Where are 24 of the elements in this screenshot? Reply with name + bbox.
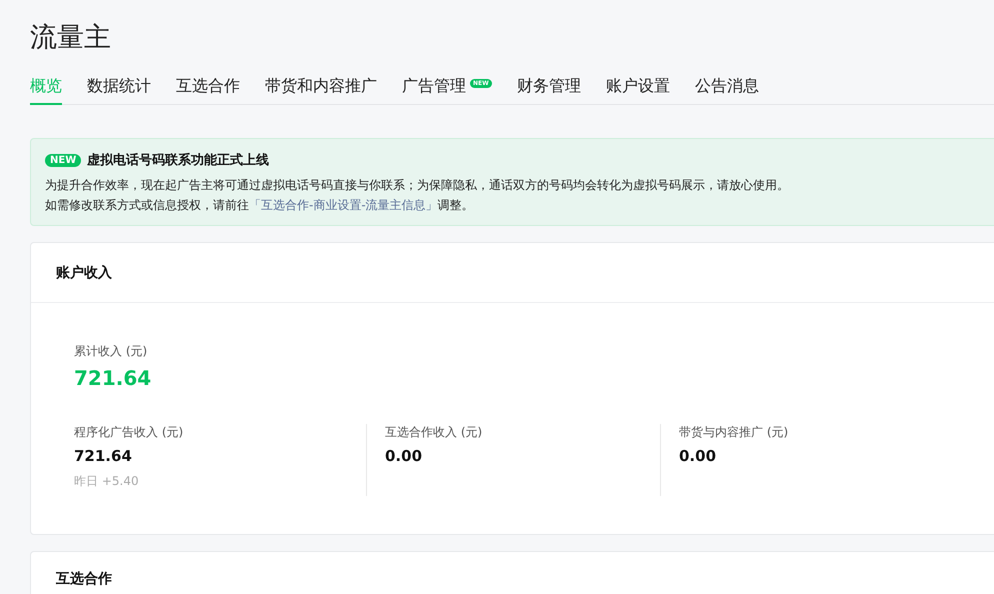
- new-badge: NEW: [45, 154, 82, 166]
- stat-value: 721.64: [74, 366, 152, 390]
- nav-tab[interactable]: 带货和内容推广: [265, 72, 377, 105]
- notice-text: 调整。: [438, 198, 474, 212]
- stat-note: 昨日 +5.40: [74, 473, 140, 490]
- card-title: 互选合作: [56, 570, 112, 588]
- stat-value: 0.00: [679, 447, 718, 465]
- page-title: 流量主: [30, 21, 112, 55]
- card-title: 账户收入: [56, 264, 112, 282]
- stat-label: 互选合作收入 (元): [385, 424, 484, 441]
- stat-label: 程序化广告收入 (元): [74, 424, 184, 441]
- notice-title: 虚拟电话号码联系功能正式上线: [87, 152, 270, 169]
- stat-value: 0.00: [385, 447, 424, 465]
- nav-tab[interactable]: 数据统计: [87, 72, 151, 105]
- nav-tab[interactable]: 账户设置: [606, 72, 670, 105]
- notice-text: 如需修改联系方式或信息授权，请前往: [45, 198, 249, 212]
- stat-label: 带货与内容推广 (元): [679, 424, 790, 441]
- stat-label: 累计收入 (元): [74, 343, 148, 360]
- settings-link[interactable]: 「互选合作-商业设置-流量主信息」: [249, 198, 438, 212]
- nav-tab[interactable]: 公告消息: [694, 72, 759, 105]
- notice-text: 为提升合作效率，现在起广告主将可通过虚拟电话号码直接与你联系；为保障隐私，通话双方的号码均会转化为虚拟号码展示，请放心使用。: [45, 177, 790, 194]
- nav-tab[interactable]: 财务管理: [516, 72, 581, 105]
- nav-tab[interactable]: 互选合作: [176, 72, 240, 105]
- stat-value: 721.64: [74, 447, 133, 465]
